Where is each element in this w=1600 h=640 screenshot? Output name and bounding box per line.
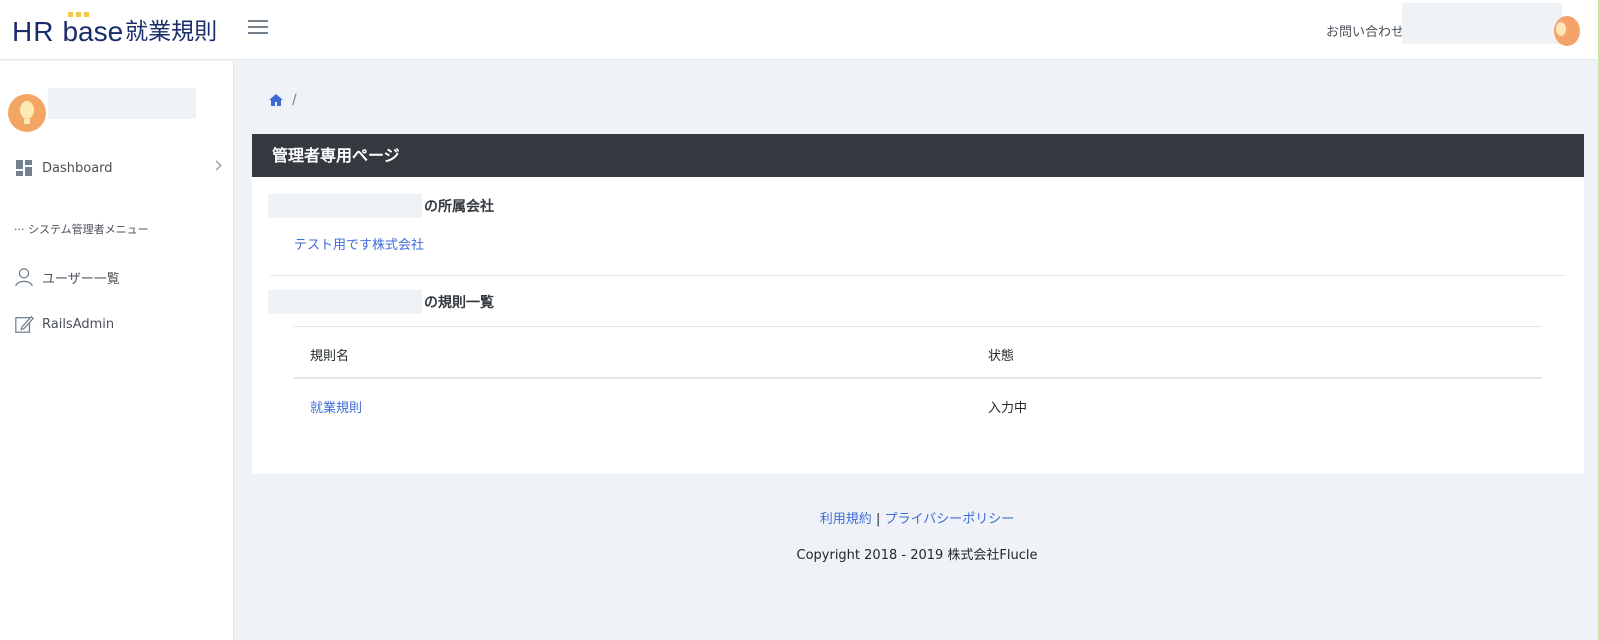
- table-header-row: 規則名 状態: [294, 326, 1542, 379]
- column-header-status: 状態: [988, 349, 1015, 364]
- logo-jp-text: 就業規則: [125, 19, 218, 45]
- sidebar-item-dashboard[interactable]: Dashboard: [0, 150, 234, 186]
- sidebar-avatar: [8, 94, 46, 132]
- sidebar-item-users[interactable]: ユーザー一覧: [0, 259, 234, 295]
- logo-base-text: base: [62, 12, 124, 48]
- privacy-link[interactable]: プライバシーポリシー: [884, 512, 1014, 527]
- rules-section-title: の規則一覧: [424, 295, 494, 311]
- hamburger-menu-icon[interactable]: [248, 20, 268, 38]
- sidebar-item-label: RailsAdmin: [42, 316, 115, 332]
- company-link[interactable]: テスト用です株式会社: [294, 234, 424, 253]
- table-row: 就業規則 入力中: [294, 379, 1542, 431]
- copyright-text: Copyright 2018 - 2019 株式会社Flucle: [796, 548, 1038, 563]
- dashboard-icon: [14, 158, 34, 178]
- logo-dots-icon: [68, 12, 90, 17]
- contact-link[interactable]: お問い合わせ: [1326, 21, 1404, 40]
- sidebar-item-label: ユーザー一覧: [42, 271, 120, 287]
- user-icon: [14, 267, 34, 287]
- edit-icon: [14, 314, 34, 334]
- rule-name-link[interactable]: 就業規則: [310, 397, 362, 416]
- footer-links: 利用規約 | プライバシーポリシー: [234, 508, 1600, 527]
- footer-separator: |: [875, 512, 881, 527]
- card-title: 管理者専用ページ: [252, 134, 1584, 177]
- admin-card: 管理者専用ページ の所属会社 テスト用です株式会社 の規則一覧 規則名 状態 就…: [252, 134, 1584, 474]
- logo-hr-text: HR: [12, 16, 55, 47]
- terms-link[interactable]: 利用規約: [820, 512, 872, 527]
- breadcrumb-separator: /: [292, 92, 297, 108]
- redacted-user-name: [1402, 3, 1562, 44]
- redacted-breadcrumb-item: [300, 88, 436, 114]
- top-header: HR base 就業規則 お問い合わせ: [0, 0, 1600, 60]
- sidebar-section-title: ··· システム管理者メニュー: [14, 223, 149, 236]
- redacted-username: [268, 290, 422, 314]
- header-avatar[interactable]: [1554, 16, 1580, 46]
- sidebar-item-railsadmin[interactable]: RailsAdmin: [0, 306, 234, 342]
- rules-table: 規則名 状態 就業規則 入力中: [294, 326, 1542, 431]
- section-divider: [270, 275, 1564, 276]
- app-logo[interactable]: HR base 就業規則: [12, 12, 217, 48]
- company-section-title: の所属会社: [424, 199, 494, 215]
- redacted-username: [268, 194, 422, 218]
- column-header-rule-name: 規則名: [310, 349, 350, 364]
- rule-status: 入力中: [988, 401, 1028, 416]
- logo-base-label: base: [62, 16, 124, 47]
- sidebar: Dashboard ··· システム管理者メニュー ユーザー一覧 RailsAd…: [0, 61, 234, 640]
- home-icon[interactable]: [268, 93, 284, 107]
- chevron-right-icon: [211, 160, 222, 171]
- redacted-sidebar-user: [48, 88, 196, 119]
- sidebar-item-label: Dashboard: [42, 160, 113, 176]
- breadcrumb: /: [268, 92, 297, 108]
